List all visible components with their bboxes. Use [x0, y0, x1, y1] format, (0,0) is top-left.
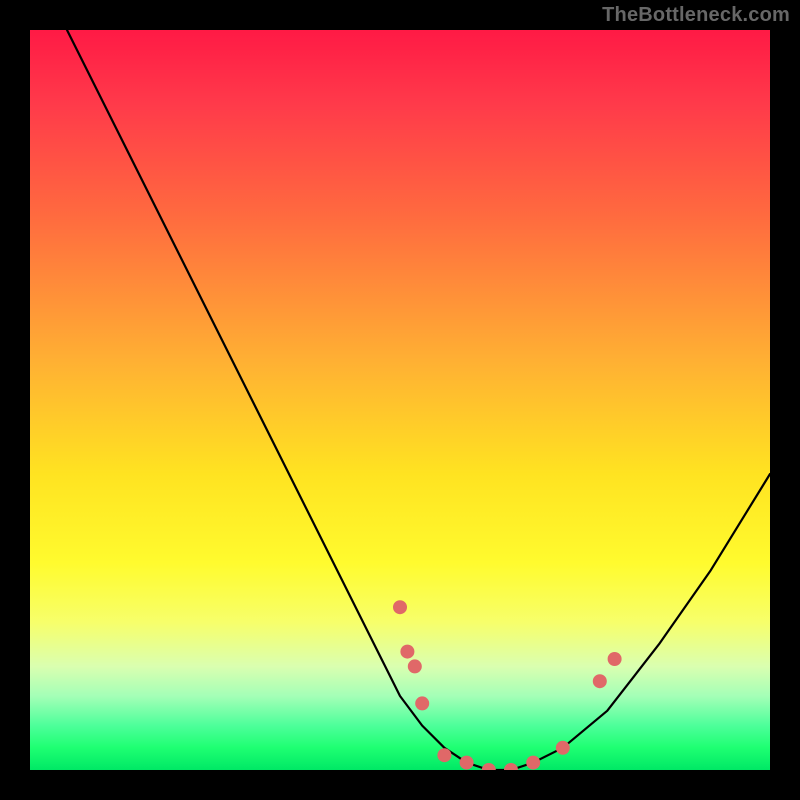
- curve-marker: [504, 763, 518, 770]
- curve-marker: [415, 696, 429, 710]
- plot-area: [30, 30, 770, 770]
- curve-marker: [460, 756, 474, 770]
- watermark-text: TheBottleneck.com: [602, 4, 790, 27]
- curve-marker: [556, 741, 570, 755]
- curve-marker: [593, 674, 607, 688]
- curve-markers: [393, 600, 622, 770]
- curve-marker: [400, 645, 414, 659]
- curve-marker: [482, 763, 496, 770]
- curve-marker: [526, 756, 540, 770]
- bottleneck-curve: [30, 30, 770, 770]
- frame: TheBottleneck.com: [0, 0, 800, 800]
- curve-marker: [408, 659, 422, 673]
- curve-marker: [608, 652, 622, 666]
- curve-marker: [393, 600, 407, 614]
- curve-marker: [437, 748, 451, 762]
